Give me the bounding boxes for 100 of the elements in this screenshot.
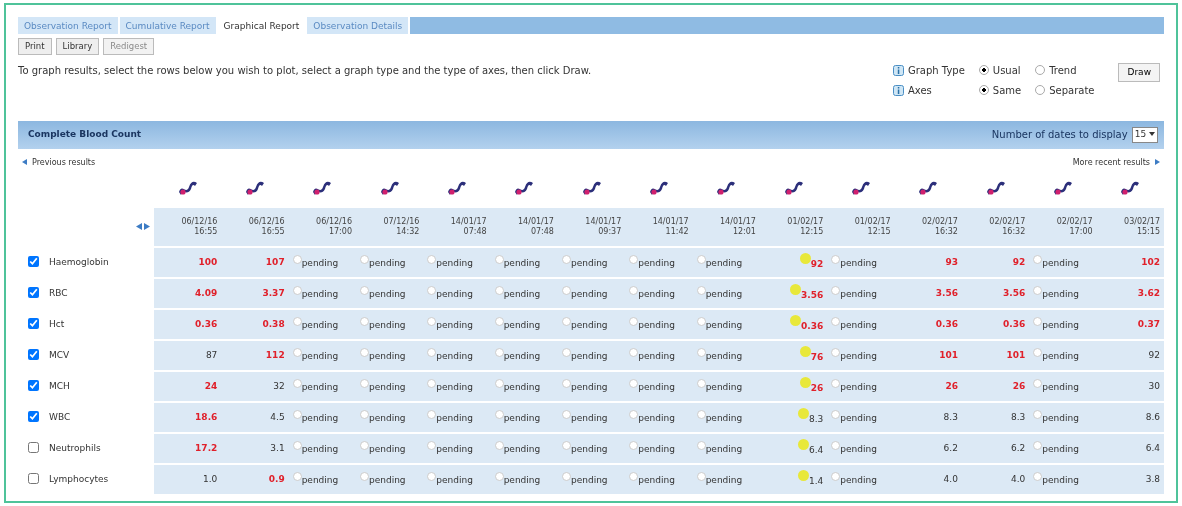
date-header: 02/02/17 16:32 — [989, 216, 1026, 236]
radio-option[interactable]: Trend — [1035, 62, 1095, 78]
pending-status: pending — [436, 350, 473, 361]
toolbar-button[interactable]: Library — [55, 38, 100, 55]
result-value: 3.56 — [935, 287, 958, 298]
result-value: 92 — [1012, 256, 1026, 267]
date-header: 14/01/17 09:37 — [585, 216, 622, 236]
pending-status: pending — [638, 412, 675, 423]
date-header: 06/12/16 17:00 — [316, 216, 352, 236]
pending-circle-icon — [292, 347, 302, 357]
pending-status: pending — [840, 257, 877, 268]
pending-circle-icon — [494, 471, 504, 481]
scroll-arrows-icon[interactable] — [136, 223, 150, 230]
more-recent-results-link[interactable]: More recent results — [1072, 156, 1160, 169]
pending-circle-icon — [292, 316, 302, 326]
row-checkbox[interactable] — [28, 317, 39, 329]
row-checkbox[interactable] — [28, 441, 39, 453]
result-value: 100 — [198, 256, 218, 267]
pending-circle-icon — [494, 409, 504, 419]
result-value: 3.62 — [1137, 287, 1160, 298]
test-name: Haemoglobin — [49, 256, 109, 267]
radio-option[interactable]: Separate — [1035, 82, 1095, 98]
pending-circle-icon — [629, 440, 639, 450]
row-checkbox[interactable] — [28, 286, 39, 298]
pending-status: pending — [840, 288, 877, 299]
pending-status: pending — [369, 319, 406, 330]
test-name: MCV — [49, 349, 70, 360]
pending-circle-icon — [561, 471, 571, 481]
pending-circle-icon — [360, 285, 369, 295]
pending-circle-icon — [831, 471, 841, 481]
row-checkbox[interactable] — [28, 472, 39, 484]
pending-status: pending — [436, 319, 473, 330]
result-value: 17.2 — [195, 442, 218, 453]
info-icon[interactable] — [893, 64, 904, 76]
pending-status: pending — [436, 257, 473, 268]
pending-status: pending — [503, 257, 541, 268]
pending-status: pending — [638, 381, 675, 392]
result-value: 3.37 — [262, 287, 285, 298]
row-checkbox[interactable] — [28, 410, 39, 422]
toolbar-button[interactable]: Print — [18, 38, 52, 55]
pending-status: pending — [570, 257, 608, 268]
pending-status: pending — [369, 288, 406, 299]
result-value: 30 — [1148, 380, 1160, 391]
left-triangle-icon — [22, 158, 28, 165]
pending-circle-icon — [831, 347, 841, 357]
pending-status: pending — [840, 443, 877, 454]
pending-circle-icon — [427, 378, 437, 388]
result-value: 0.38 — [262, 318, 285, 329]
result-value: 3.56 — [1003, 287, 1026, 298]
pending-status: pending — [503, 443, 541, 454]
pending-circle-icon — [629, 378, 639, 388]
pending-circle-icon — [427, 471, 437, 481]
radio-option[interactable]: Same — [978, 82, 1022, 98]
result-value: 87 — [205, 349, 218, 360]
status-dot-icon — [799, 253, 811, 264]
report-tab[interactable]: Graphical Report — [217, 17, 308, 34]
pending-circle-icon — [427, 316, 437, 326]
pending-circle-icon — [696, 285, 706, 295]
pending-status: pending — [503, 350, 541, 361]
pending-circle-icon — [629, 347, 639, 357]
result-value: 0.36 — [801, 321, 824, 331]
option-label: Axes — [908, 83, 932, 98]
result-value: 92 — [810, 259, 824, 269]
pending-status: pending — [570, 381, 608, 392]
info-icon[interactable] — [893, 84, 904, 96]
pending-status: pending — [705, 474, 743, 485]
pending-status: pending — [503, 381, 541, 392]
row-checkbox[interactable] — [28, 379, 39, 391]
pending-circle-icon — [629, 471, 639, 481]
option-label: Graph Type — [908, 63, 965, 78]
previous-results-link[interactable]: Previous results — [22, 156, 96, 169]
pending-status: pending — [1042, 443, 1079, 454]
date-header: 14/01/17 11:42 — [652, 216, 689, 236]
result-value: 107 — [265, 256, 285, 267]
pending-circle-icon — [629, 254, 639, 264]
pending-status: pending — [436, 412, 473, 423]
pending-circle-icon — [427, 347, 437, 357]
result-value: 8.3 — [1010, 411, 1026, 422]
row-checkbox[interactable] — [28, 255, 39, 267]
dates-select[interactable]: 15 — [1131, 127, 1158, 143]
pending-circle-icon — [629, 316, 639, 326]
pending-circle-icon — [696, 254, 706, 264]
pending-status: pending — [1042, 412, 1079, 423]
pending-status: pending — [705, 412, 743, 423]
draw-button[interactable]: Draw — [1118, 62, 1160, 83]
result-value: 101 — [939, 349, 958, 360]
pending-circle-icon — [360, 378, 369, 388]
pending-circle-icon — [360, 440, 369, 450]
pending-status: pending — [705, 381, 743, 392]
row-checkbox[interactable] — [28, 348, 39, 360]
radio-option[interactable]: Usual — [978, 62, 1022, 78]
pending-circle-icon — [494, 347, 504, 357]
test-name: MCH — [49, 380, 70, 391]
pending-circle-icon — [360, 409, 369, 419]
pending-status: pending — [705, 319, 743, 330]
pending-status: pending — [705, 443, 743, 454]
pending-status: pending — [301, 319, 339, 330]
test-name: Hct — [49, 318, 65, 329]
result-value: 76 — [810, 352, 824, 362]
pending-circle-icon — [831, 316, 841, 326]
